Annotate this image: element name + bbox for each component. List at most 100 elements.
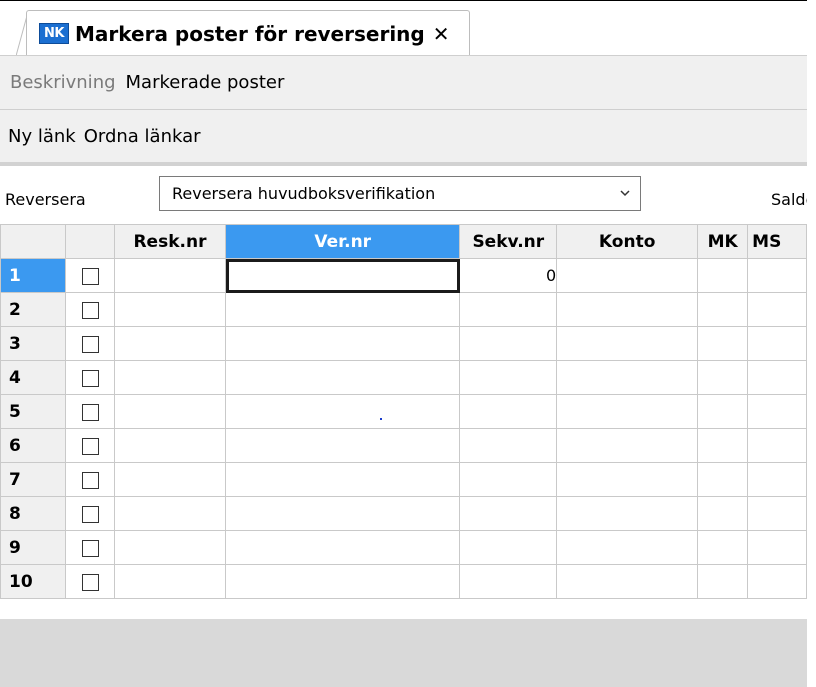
table-row[interactable]: 3 [0, 326, 807, 361]
cell-ms[interactable] [747, 394, 807, 429]
row-checkbox[interactable] [81, 472, 99, 489]
header-konto[interactable]: Konto [556, 224, 699, 259]
row-number[interactable]: 6 [0, 428, 67, 463]
cell-ms[interactable] [747, 360, 807, 395]
cell-ver-nr[interactable] [225, 564, 461, 599]
cell-ms[interactable] [747, 258, 807, 293]
cell-mk[interactable] [697, 530, 749, 565]
row-checkbox-cell[interactable] [65, 326, 115, 361]
row-checkbox-cell[interactable] [65, 292, 115, 327]
cell-mk[interactable] [697, 564, 749, 599]
row-checkbox-cell[interactable] [65, 394, 115, 429]
cell-konto[interactable] [556, 428, 699, 463]
cell-resk-nr[interactable] [113, 564, 227, 599]
cell-konto[interactable] [556, 530, 699, 565]
row-checkbox[interactable] [81, 438, 99, 455]
cell-mk[interactable] [697, 394, 749, 429]
reversera-dropdown[interactable]: Reversera huvudboksverifikation [159, 176, 641, 211]
header-mk[interactable]: MK [697, 224, 749, 259]
cell-konto[interactable] [556, 394, 699, 429]
row-checkbox-cell[interactable] [65, 496, 115, 531]
cell-ver-nr[interactable] [225, 428, 461, 463]
row-number[interactable]: 8 [0, 496, 67, 531]
cell-sekv-nr[interactable] [459, 292, 558, 327]
cell-resk-nr[interactable] [113, 428, 227, 463]
cell-resk-nr[interactable] [113, 326, 227, 361]
cell-ver-nr[interactable] [225, 326, 461, 361]
cell-ms[interactable] [747, 326, 807, 361]
cell-ms[interactable] [747, 530, 807, 565]
cell-ver-nr[interactable] [225, 394, 461, 429]
cell-resk-nr[interactable] [113, 292, 227, 327]
cell-mk[interactable] [697, 496, 749, 531]
row-checkbox-cell[interactable] [65, 564, 115, 599]
header-resk-nr[interactable]: Resk.nr [113, 224, 227, 259]
cell-resk-nr[interactable] [113, 360, 227, 395]
cell-mk[interactable] [697, 360, 749, 395]
cell-ver-nr[interactable] [225, 258, 461, 293]
cell-ms[interactable] [747, 496, 807, 531]
row-checkbox-cell[interactable] [65, 428, 115, 463]
cell-sekv-nr[interactable]: 0 [459, 258, 558, 293]
table-row[interactable]: 4 [0, 360, 807, 395]
cell-sekv-nr[interactable] [459, 394, 558, 429]
cell-sekv-nr[interactable] [459, 462, 558, 497]
row-checkbox[interactable] [81, 268, 99, 285]
table-row[interactable]: 7 [0, 462, 807, 497]
menu-item-markerade-poster[interactable]: Markerade poster [126, 72, 285, 93]
cell-mk[interactable] [697, 326, 749, 361]
cell-sekv-nr[interactable] [459, 360, 558, 395]
row-number[interactable]: 5 [0, 394, 67, 429]
cell-mk[interactable] [697, 292, 749, 327]
cell-sekv-nr[interactable] [459, 428, 558, 463]
cell-ver-nr[interactable] [225, 292, 461, 327]
cell-resk-nr[interactable] [113, 258, 227, 293]
cell-ms[interactable] [747, 428, 807, 463]
row-number[interactable]: 10 [0, 564, 67, 599]
row-checkbox-cell[interactable] [65, 258, 115, 293]
cell-konto[interactable] [556, 292, 699, 327]
row-number[interactable]: 3 [0, 326, 67, 361]
cell-ver-nr[interactable] [225, 530, 461, 565]
cell-resk-nr[interactable] [113, 530, 227, 565]
cell-konto[interactable] [556, 564, 699, 599]
row-checkbox-cell[interactable] [65, 462, 115, 497]
row-checkbox-cell[interactable] [65, 360, 115, 395]
table-row[interactable]: 8 [0, 496, 807, 531]
row-checkbox[interactable] [81, 574, 99, 591]
cell-ver-nr[interactable] [225, 360, 461, 395]
table-row[interactable]: 9 [0, 530, 807, 565]
cell-resk-nr[interactable] [113, 496, 227, 531]
cell-sekv-nr[interactable] [459, 326, 558, 361]
cell-ms[interactable] [747, 462, 807, 497]
row-number[interactable]: 7 [0, 462, 67, 497]
link-ny-lank[interactable]: Ny länk [8, 126, 76, 147]
cell-ms[interactable] [747, 292, 807, 327]
cell-mk[interactable] [697, 428, 749, 463]
cell-sekv-nr[interactable] [459, 530, 558, 565]
cell-ms[interactable] [747, 564, 807, 599]
link-ordna-lankar[interactable]: Ordna länkar [84, 126, 201, 147]
row-number[interactable]: 1 [0, 258, 67, 293]
table-row[interactable]: 5 [0, 394, 807, 429]
cell-konto[interactable] [556, 326, 699, 361]
row-number[interactable]: 9 [0, 530, 67, 565]
table-row[interactable]: 2 [0, 292, 807, 327]
header-sekv-nr[interactable]: Sekv.nr [459, 224, 558, 259]
row-checkbox[interactable] [81, 302, 99, 319]
close-icon[interactable]: ✕ [433, 22, 450, 46]
row-checkbox[interactable] [81, 540, 99, 557]
header-ms[interactable]: MS [747, 224, 807, 259]
row-checkbox[interactable] [81, 336, 99, 353]
tab-markera-poster[interactable]: NK Markera poster för reversering ✕ [26, 10, 470, 56]
cell-konto[interactable] [556, 496, 699, 531]
header-ver-nr[interactable]: Ver.nr [225, 224, 461, 259]
row-checkbox[interactable] [81, 404, 99, 421]
cell-mk[interactable] [697, 462, 749, 497]
cell-ver-nr[interactable] [225, 496, 461, 531]
row-checkbox-cell[interactable] [65, 530, 115, 565]
table-row[interactable]: 6 [0, 428, 807, 463]
menu-item-beskrivning[interactable]: Beskrivning [10, 72, 116, 93]
row-checkbox[interactable] [81, 370, 99, 387]
table-row[interactable]: 10 [0, 564, 807, 599]
